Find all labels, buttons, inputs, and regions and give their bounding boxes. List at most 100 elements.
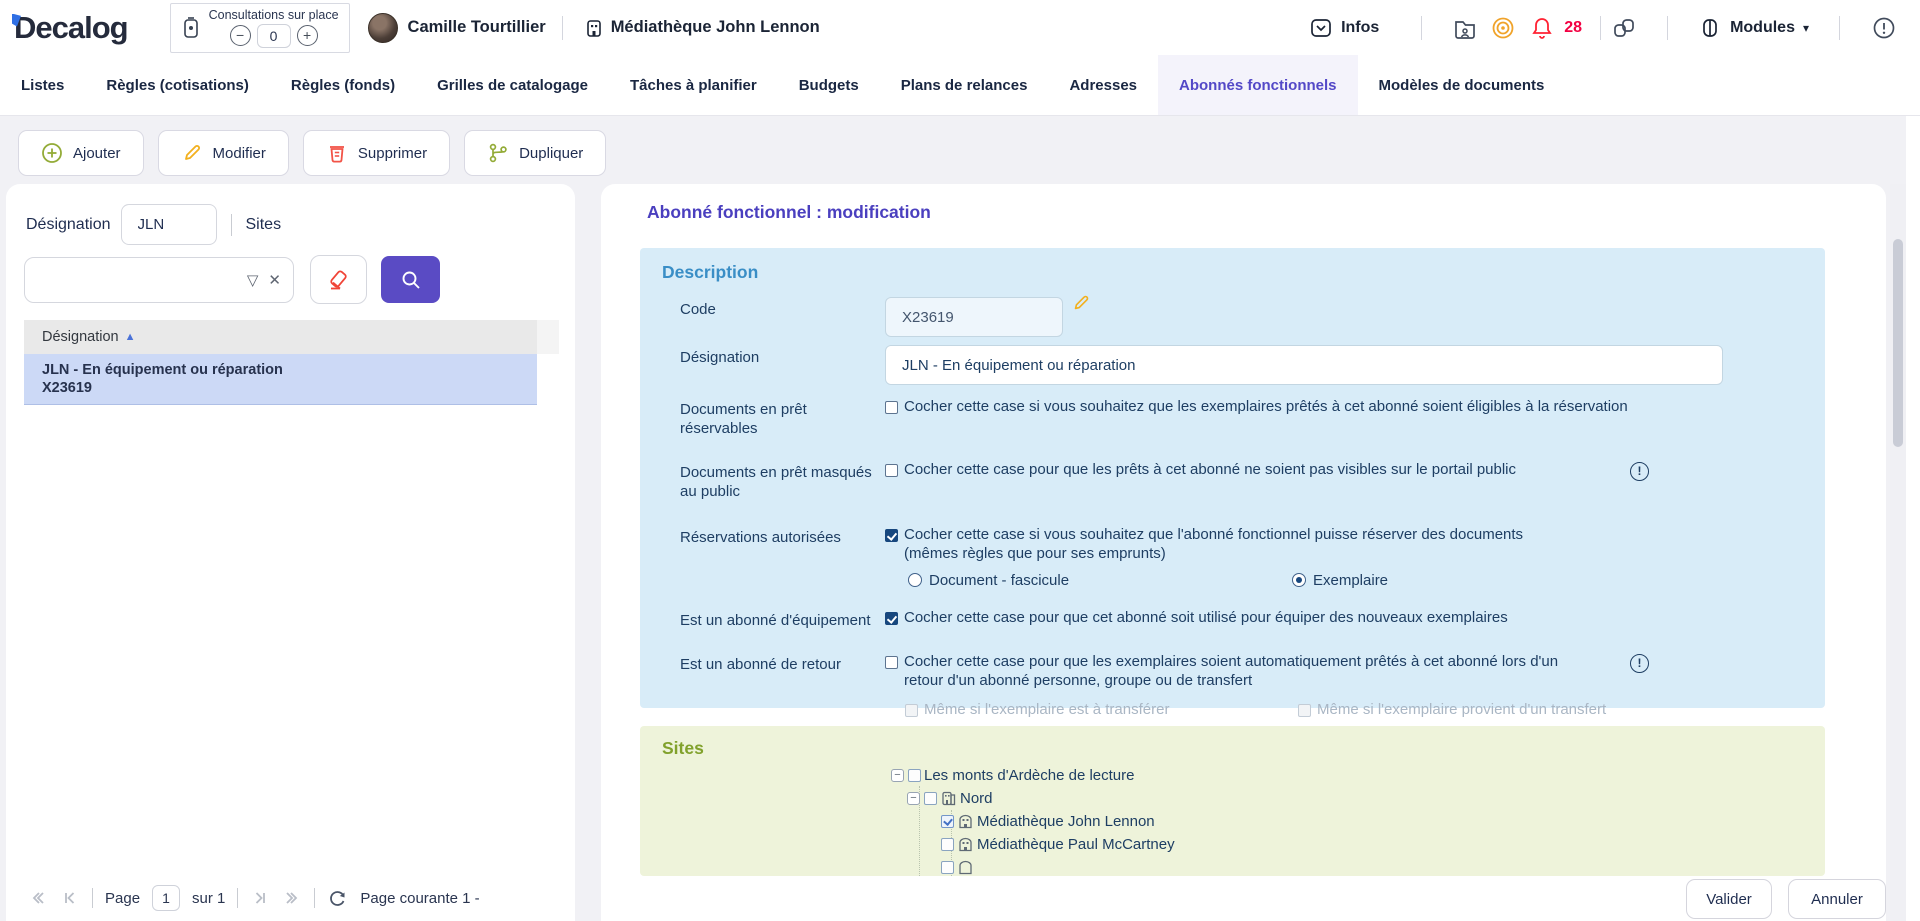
eraser-icon: [326, 267, 352, 293]
reset-filters-button[interactable]: [310, 255, 367, 304]
info-icon[interactable]: !: [1630, 654, 1649, 673]
folder-user-icon[interactable]: [1452, 15, 1478, 41]
current-page-label: Page courante 1 -: [360, 890, 479, 907]
tree-checkbox-network[interactable]: [908, 769, 921, 782]
last-page-icon[interactable]: [282, 888, 302, 908]
reservations-allowed-text-line1: Cocher cette case si vous souhaitez que …: [904, 526, 1523, 543]
edit-code-pencil-icon[interactable]: [1071, 293, 1091, 313]
info-icon[interactable]: !: [1630, 462, 1649, 481]
infos-button[interactable]: Infos: [1309, 16, 1379, 40]
modules-menu[interactable]: Modules ▾: [1698, 16, 1809, 40]
building-icon: [583, 17, 605, 39]
trash-icon: [326, 142, 348, 164]
add-button[interactable]: Ajouter: [18, 130, 144, 176]
consultations-label: Consultations sur place: [209, 8, 339, 22]
avatar[interactable]: [368, 13, 398, 43]
tree-node-paul-mccartney: Médiathèque Paul McCartney: [937, 833, 1175, 856]
filter-funnel-icon[interactable]: ▽: [247, 271, 259, 289]
edit-button[interactable]: Modifier: [158, 130, 289, 176]
cancel-button[interactable]: Annuler: [1788, 879, 1886, 919]
collapse-toggle-icon[interactable]: −: [907, 792, 920, 805]
increment-button[interactable]: +: [297, 25, 318, 46]
tree-checkbox-paul-mccartney[interactable]: [941, 838, 954, 851]
collapse-toggle-icon[interactable]: −: [891, 769, 904, 782]
equipment-subscriber-checkbox[interactable]: [885, 612, 898, 625]
reservations-allowed-checkbox[interactable]: [885, 529, 898, 542]
search-button[interactable]: [381, 256, 440, 303]
loan-reservable-checkbox[interactable]: [885, 401, 898, 414]
list-header-label: Désignation: [42, 329, 119, 345]
tab-abonnes-fonctionnels[interactable]: Abonnés fonctionnels: [1158, 55, 1358, 115]
clear-search-icon[interactable]: ✕: [268, 271, 281, 289]
loan-hidden-checkbox[interactable]: [885, 464, 898, 477]
duplicate-button-label: Dupliquer: [519, 145, 583, 162]
radio-exemplaire-control[interactable]: [1292, 573, 1306, 587]
tab-grilles-catalogage[interactable]: Grilles de catalogage: [416, 55, 609, 115]
tab-regles-fonds[interactable]: Règles (fonds): [270, 55, 416, 115]
radio-exemplaire[interactable]: Exemplaire: [1292, 571, 1388, 590]
modules-icon: [1698, 16, 1722, 40]
scrollbar-thumb[interactable]: [1893, 239, 1903, 447]
tree-checkbox-nord[interactable]: [924, 792, 937, 805]
list-header-designation[interactable]: Désignation ▲: [24, 320, 537, 354]
radio-exemplaire-label: Exemplaire: [1313, 571, 1388, 590]
branch-icon: [487, 142, 509, 164]
subcheck-transfer-in: Même si l'exemplaire provient d'un trans…: [1298, 700, 1606, 719]
designation-input[interactable]: [885, 345, 1723, 385]
designation-filter-input[interactable]: [121, 204, 217, 245]
tab-taches-planifier[interactable]: Tâches à planifier: [609, 55, 778, 115]
delete-button[interactable]: Supprimer: [303, 130, 450, 176]
user-name: Camille Tourtillier: [408, 18, 546, 37]
sort-asc-icon[interactable]: ▲: [125, 331, 136, 343]
decrement-button[interactable]: −: [230, 25, 251, 46]
page-number-input[interactable]: [152, 885, 180, 911]
prev-page-icon[interactable]: [60, 888, 80, 908]
tab-adresses[interactable]: Adresses: [1048, 55, 1158, 115]
link-icon[interactable]: [1611, 15, 1637, 41]
subcheck-transfer-out-checkbox[interactable]: [905, 704, 918, 717]
subcheck-transfer-in-checkbox[interactable]: [1298, 704, 1311, 717]
reservations-allowed-label: Réservations autorisées: [680, 525, 885, 547]
vertical-scrollbar[interactable]: [1890, 184, 1906, 921]
notification-count: 28: [1564, 19, 1582, 37]
header-divider: [1600, 16, 1601, 40]
consultations-count-input[interactable]: [257, 24, 291, 48]
caret-down-icon: ▾: [1803, 21, 1809, 35]
list-item-selected[interactable]: JLN - En équipement ou réparation X23619: [24, 354, 537, 405]
code-input[interactable]: [885, 297, 1063, 337]
subcheck-transfer-out: Même si l'exemplaire est à transférer: [905, 700, 1298, 719]
duplicate-button[interactable]: Dupliquer: [464, 130, 606, 176]
tab-listes[interactable]: Listes: [0, 55, 85, 115]
infos-label: Infos: [1341, 19, 1379, 37]
refresh-icon[interactable]: [327, 888, 348, 909]
sites-filter-label[interactable]: Sites: [246, 216, 282, 234]
delete-button-label: Supprimer: [358, 145, 427, 162]
sites-section-title: Sites: [662, 738, 1803, 759]
app-header: DDecalogecalog Consultations sur place −…: [0, 0, 1920, 55]
tree-checkbox-john-lennon[interactable]: [941, 815, 954, 828]
main-nav: Listes Règles (cotisations) Règles (fond…: [0, 55, 1920, 116]
first-page-icon[interactable]: [28, 888, 48, 908]
alert-circle-icon[interactable]: [1872, 16, 1896, 40]
page-label: Page: [105, 890, 140, 907]
tree-checkbox-clipped[interactable]: [941, 861, 954, 874]
broadcast-icon[interactable]: [1490, 15, 1516, 41]
loan-hidden-label: Documents en prêt masqués au public: [680, 460, 885, 501]
notifications-button[interactable]: 28: [1530, 16, 1582, 40]
tab-modeles-documents[interactable]: Modèles de documents: [1358, 55, 1566, 115]
validate-button[interactable]: Valider: [1686, 879, 1772, 919]
list-scroll-corner: [537, 320, 559, 354]
page-of-label: sur 1: [192, 890, 225, 907]
header-divider: [1839, 16, 1840, 40]
return-subscriber-checkbox[interactable]: [885, 656, 898, 669]
radio-document-fascicule[interactable]: Document - fascicule: [908, 571, 1292, 590]
current-site-name[interactable]: Médiathèque John Lennon: [611, 18, 820, 37]
radio-document-fascicule-control[interactable]: [908, 573, 922, 587]
tab-plans-relances[interactable]: Plans de relances: [880, 55, 1049, 115]
next-page-icon[interactable]: [250, 888, 270, 908]
code-label: Code: [680, 297, 885, 319]
filter-bar: Désignation Sites: [6, 184, 575, 245]
tab-regles-cotisations[interactable]: Règles (cotisations): [85, 55, 270, 115]
tree-node-clipped: [937, 856, 1175, 876]
tab-budgets[interactable]: Budgets: [778, 55, 880, 115]
